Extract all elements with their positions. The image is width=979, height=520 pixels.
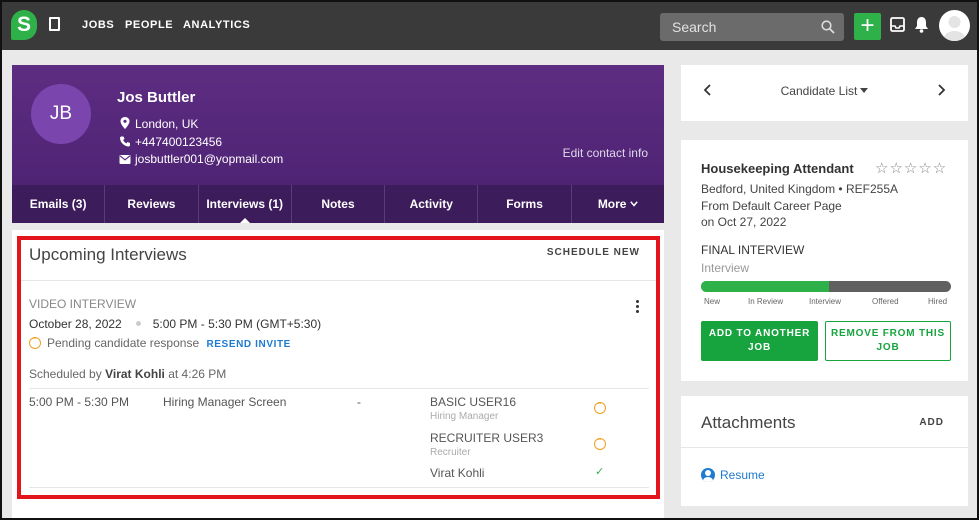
search-box <box>660 13 844 41</box>
attachments-card: Attachments ADD Resume <box>681 396 968 506</box>
schedule-new-button[interactable]: SCHEDULE NEW <box>547 247 640 258</box>
resend-invite-link[interactable]: RESEND INVITE <box>206 339 290 350</box>
user-silhouette-icon <box>943 16 966 41</box>
job-source: From Default Career Page <box>701 199 842 213</box>
pending-icon <box>594 396 606 414</box>
pipeline-stage-review: In Review <box>748 297 784 306</box>
candidate-location: London, UK <box>135 117 199 131</box>
tab-more[interactable]: More <box>572 185 664 223</box>
chevron-down-icon <box>630 201 638 207</box>
candidate-name: Jos Buttler <box>117 89 196 106</box>
tab-activity[interactable]: Activity <box>385 185 479 223</box>
envelope-icon <box>119 155 131 164</box>
tab-interviews[interactable]: Interviews (1) <box>199 185 292 223</box>
divider <box>21 280 656 281</box>
more-options-icon[interactable] <box>636 300 639 315</box>
attachments-title: Attachments <box>701 413 796 432</box>
pipeline-stage-interview: Interview <box>809 297 842 306</box>
pending-icon <box>29 331 41 349</box>
participant-name: BASIC USER16 <box>430 395 517 409</box>
divider <box>29 388 649 389</box>
job-title[interactable]: Housekeeping Attendant <box>701 161 854 176</box>
slot-name: Hiring Manager Screen <box>163 395 287 409</box>
job-location-line: Bedford, United Kingdom • REF255A <box>701 182 898 196</box>
rating-stars[interactable]: ☆☆☆☆☆ <box>875 159 947 177</box>
nav-people[interactable]: PEOPLE <box>125 19 173 31</box>
divider <box>29 487 649 488</box>
candidate-avatar: JB <box>31 84 91 144</box>
scheduler-name: Virat Kohli <box>105 367 165 381</box>
bell-icon[interactable] <box>914 16 929 33</box>
candidate-list-nav: Candidate List <box>681 65 968 121</box>
candidate-phone[interactable]: +447400123456 <box>135 135 222 149</box>
add-attachment-button[interactable]: ADD <box>919 417 944 428</box>
pending-text: Pending candidate response <box>47 336 200 350</box>
chevron-right-icon[interactable] <box>937 83 946 101</box>
section-title: Upcoming Interviews <box>29 245 187 264</box>
check-icon: ✓ <box>595 466 605 478</box>
tab-reviews[interactable]: Reviews <box>105 185 199 223</box>
pipeline-progress-bar <box>701 281 951 292</box>
logo-icon[interactable]: S <box>11 10 37 40</box>
caret-down-icon <box>860 88 869 93</box>
candidate-email[interactable]: josbuttler001@yopmail.com <box>135 152 283 166</box>
dot-separator <box>135 321 141 326</box>
edit-contact-link[interactable]: Edit contact info <box>563 146 648 160</box>
bookmark-icon[interactable] <box>49 17 60 31</box>
search-input[interactable] <box>660 13 820 41</box>
divider <box>681 447 968 448</box>
upcoming-interviews-section: Upcoming Interviews SCHEDULE NEW VIDEO I… <box>21 240 656 495</box>
user-circle-icon <box>701 468 715 482</box>
tab-notes[interactable]: Notes <box>292 185 386 223</box>
scheduled-time: at 4:26 PM <box>168 367 227 381</box>
job-card: Housekeeping Attendant ☆☆☆☆☆ Bedford, Un… <box>681 140 968 381</box>
pending-status: Pending candidate response RESEND INVITE <box>29 331 291 350</box>
pending-icon <box>594 432 606 450</box>
tab-forms[interactable]: Forms <box>478 185 572 223</box>
user-avatar[interactable] <box>939 10 970 41</box>
job-location: Bedford, United Kingdom <box>701 182 836 196</box>
participant-role: Hiring Manager <box>430 411 499 422</box>
job-stage: FINAL INTERVIEW <box>701 243 805 257</box>
location-pin-icon <box>120 117 130 129</box>
pipeline-stage-new: New <box>704 297 721 306</box>
participant-name: Virat Kohli <box>430 466 485 480</box>
scheduled-by-prefix: Scheduled by <box>29 367 102 381</box>
email-row: josbuttler001@yopmail.com <box>119 152 283 166</box>
nav-jobs[interactable]: JOBS <box>82 19 114 31</box>
interview-date: October 28, 2022 <box>29 317 122 331</box>
job-date: on Oct 27, 2022 <box>701 215 787 229</box>
slot-time: 5:00 PM - 5:30 PM <box>29 395 130 409</box>
candidate-header: JB Jos Buttler London, UK +447400123456 … <box>12 65 664 223</box>
location-row: London, UK <box>119 117 198 131</box>
interview-type: VIDEO INTERVIEW <box>29 297 137 311</box>
pipeline-stage-offered: Offered <box>872 297 899 306</box>
job-substage: Interview <box>701 261 750 275</box>
interview-datetime: October 28, 2022 5:00 PM - 5:30 PM (GMT+5… <box>29 317 321 331</box>
pipeline-progress-fill <box>701 281 829 292</box>
candidate-list-dropdown[interactable]: Candidate List <box>681 84 968 98</box>
phone-icon <box>120 136 130 147</box>
job-ref: REF255A <box>845 182 898 196</box>
remove-from-job-button[interactable]: REMOVE FROM THIS JOB <box>825 321 951 361</box>
tab-emails[interactable]: Emails (3) <box>12 185 106 223</box>
participant-role: Recruiter <box>430 447 471 458</box>
participant-name: RECRUITER USER3 <box>430 431 544 445</box>
add-to-another-job-button[interactable]: ADD TO ANOTHER JOB <box>701 321 818 361</box>
phone-row: +447400123456 <box>119 135 222 149</box>
resume-link[interactable]: Resume <box>701 468 765 482</box>
scheduled-by: Scheduled by Virat Kohli at 4:26 PM <box>29 367 226 381</box>
search-icon[interactable] <box>821 20 835 34</box>
candidate-list-label: Candidate List <box>780 84 858 98</box>
pipeline-stage-hired: Hired <box>928 297 948 306</box>
nav-analytics[interactable]: ANALYTICS <box>183 19 250 31</box>
tab-more-label: More <box>597 197 627 211</box>
slot-location: - <box>357 395 361 409</box>
candidate-tabs: Emails (3) Reviews Interviews (1) Notes … <box>12 185 664 223</box>
resume-label: Resume <box>720 468 765 482</box>
top-navbar: S JOBS PEOPLE ANALYTICS + <box>0 0 979 50</box>
add-button[interactable]: + <box>854 13 881 40</box>
interview-time: 5:00 PM - 5:30 PM (GMT+5:30) <box>152 317 322 331</box>
inbox-icon[interactable] <box>890 17 905 32</box>
